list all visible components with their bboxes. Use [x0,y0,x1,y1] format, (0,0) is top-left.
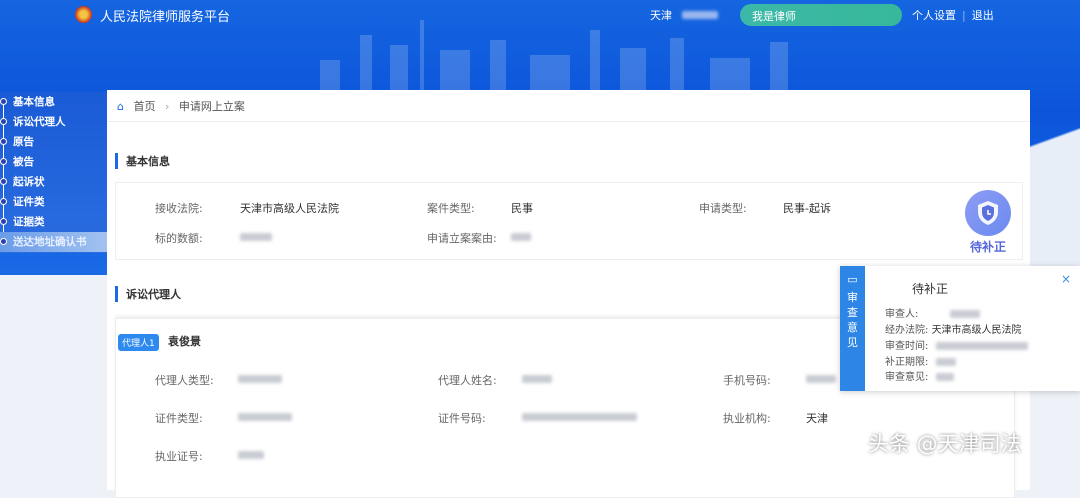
nav-item-evidence[interactable]: 证据类 [0,212,116,232]
opinion-blurred [935,373,954,381]
agent-index-tag: 代理人1 [118,334,159,351]
review-tab-label: 审查意见 [847,291,858,349]
opinion-label: 审查意见: [885,372,929,383]
breadcrumb: ⌂ 首页 › 申请网上立案 [107,90,1030,122]
reviewer-blurred [949,310,980,318]
comment-icon: ▭ [847,273,858,286]
chevron-right-icon: › [164,100,170,113]
court-label: 接收法院: [155,202,203,215]
review-title: 待补正 [912,282,949,296]
role-button[interactable]: 我是律师 [740,4,902,26]
nav-item-agent[interactable]: 诉讼代理人 [0,112,116,132]
breadcrumb-home[interactable]: 首页 [133,100,155,113]
court-value: 天津市高级人民法院 [240,202,339,215]
id-type-value-blurred [238,413,292,421]
top-bar: 人民法院律师服务平台 天津 我是律师 个人设置 | 退出 [0,0,1080,30]
agent-name-label: 代理人姓名: [438,374,497,387]
handling-court-label: 经办法院: [885,325,929,336]
nav-item-complaint[interactable]: 起诉状 [0,172,116,192]
user-name-blurred [682,11,718,19]
court-emblem-logo [75,6,92,23]
id-no-value-blurred [522,413,637,421]
license-value-blurred [238,451,264,459]
id-type-label: 证件类型: [155,412,203,425]
dot-icon [0,98,7,105]
pending-status-shield-icon [965,190,1011,236]
handling-court-value: 天津市高级人民法院 [931,325,1022,336]
deadline-blurred [935,358,956,366]
watermark: 头条 @天津司法 [868,432,1022,456]
nav-item-basic[interactable]: 基本信息 [0,92,116,112]
deadline-label: 补正期限: [885,357,929,368]
nav-label: 基本信息 [13,96,55,108]
breadcrumb-current: 申请网上立案 [178,100,245,113]
review-opinion-popup: ▭ 审查意见 待补正 × 审查人: 经办法院: 天津市高级人民法院 审查时间: … [840,266,1080,391]
id-no-label: 证件号码: [438,412,486,425]
dot-icon [0,198,7,205]
cause-value-blurred [511,233,531,241]
dot-icon [0,138,7,145]
case-type-value: 民事 [511,202,533,215]
home-icon[interactable]: ⌂ [117,100,124,113]
case-type-label: 案件类型: [427,202,475,215]
agent-type-label: 代理人类型: [155,374,214,387]
nav-label: 起诉状 [13,176,45,188]
review-time-blurred [935,342,1028,350]
dot-icon [0,218,7,225]
phone-label: 手机号码: [723,374,771,387]
logout-link[interactable]: 退出 [972,9,994,22]
section-title-basic: 基本信息 [115,153,170,169]
dot-icon [0,158,7,165]
skyline-illustration [320,20,788,90]
section-nav: 基本信息 诉讼代理人 原告 被告 起诉状 证件类 证据类 送达地址确认书 [0,92,116,253]
nav-label: 原告 [13,136,34,148]
status-badge-text: 待补正 [970,240,1007,254]
divider: | [962,9,966,22]
review-opinion-tab[interactable]: ▭ 审查意见 [840,266,865,391]
org-label: 执业机构: [723,412,771,425]
agent-name-value-blurred [522,375,552,383]
basic-info-card [115,182,1023,260]
dot-icon [0,238,7,245]
amount-value-blurred [240,233,272,241]
nav-item-address-confirm[interactable]: 送达地址确认书 [0,232,116,252]
agent-type-value-blurred [238,375,282,383]
section-title-agents: 诉讼代理人 [115,286,181,302]
user-city: 天津 [650,9,672,22]
apply-type-value: 民事-起诉 [783,202,831,215]
nav-label: 证件类 [13,196,45,208]
review-time-label: 审查时间: [885,341,929,352]
brand-title: 人民法院律师服务平台 [100,10,231,25]
amount-label: 标的数额: [155,232,203,245]
nav-label: 证据类 [13,216,45,228]
nav-item-defendant[interactable]: 被告 [0,152,116,172]
org-value: 天津 [806,412,828,425]
dot-icon [0,118,7,125]
nav-item-certificates[interactable]: 证件类 [0,192,116,212]
close-icon[interactable]: × [1061,272,1071,286]
apply-type-label: 申请类型: [699,202,747,215]
settings-link[interactable]: 个人设置 [912,9,956,22]
reviewer-label: 审查人: [885,309,919,320]
nav-label: 送达地址确认书 [13,236,87,248]
dot-icon [0,178,7,185]
nav-label: 诉讼代理人 [13,116,66,128]
cause-label: 申请立案案由: [427,232,497,245]
license-label: 执业证号: [155,450,203,463]
agent-name: 袁俊景 [168,335,201,348]
nav-item-plaintiff[interactable]: 原告 [0,132,116,152]
phone-value-blurred [806,375,836,383]
nav-label: 被告 [13,156,34,168]
